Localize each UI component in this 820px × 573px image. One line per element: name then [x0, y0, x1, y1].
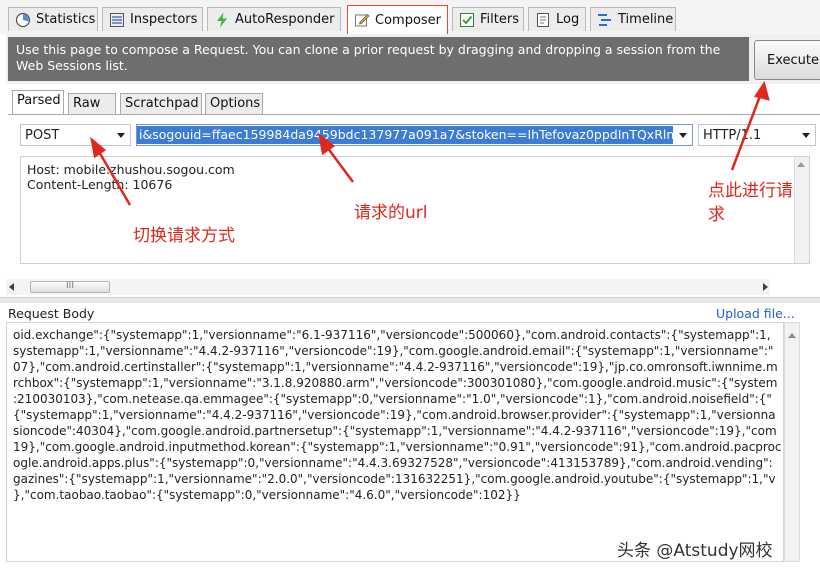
annotation-switch-method: 切换请求方式: [133, 226, 235, 246]
arrow-to-execute: [730, 95, 762, 171]
arrowhead-method: [90, 136, 107, 159]
arrow-to-url: [325, 146, 355, 183]
arrowhead-execute: [753, 81, 770, 101]
watermark: 头条 @Atstudy网校: [617, 541, 773, 561]
annotation-click-execute-2: 求: [708, 205, 725, 225]
arrow-to-method: [96, 149, 132, 206]
annotation-arrows: [90, 81, 770, 206]
annotation-request-url: 请求的url: [354, 203, 428, 223]
annotation-click-execute: 点此进行请: [708, 181, 793, 201]
